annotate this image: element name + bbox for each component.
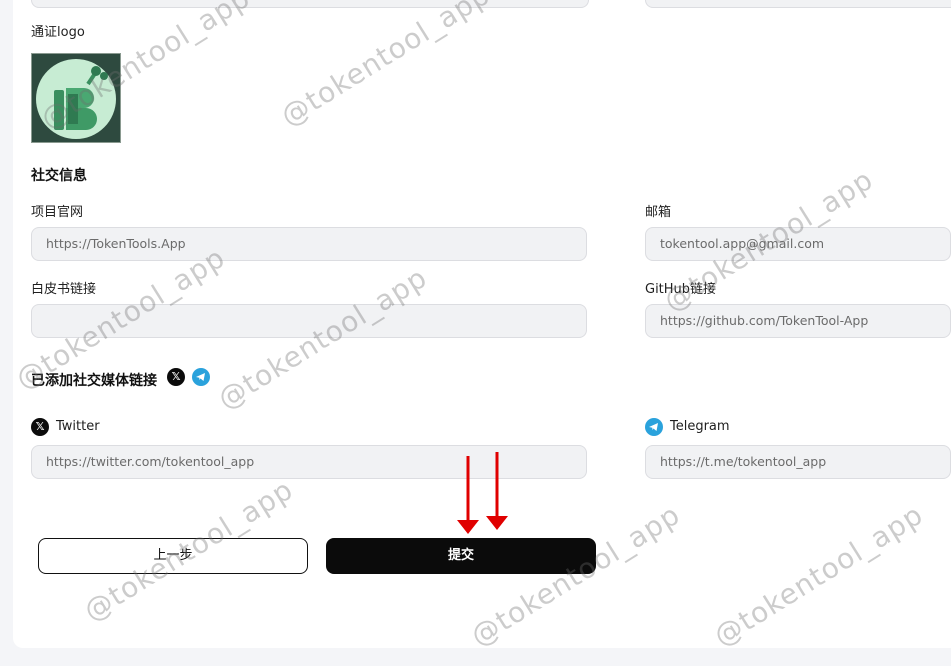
website-label: 项目官网 [31, 205, 84, 220]
x-icon[interactable]: 𝕏 [167, 368, 185, 386]
telegram-input[interactable]: https://t.me/tokentool_app [645, 445, 951, 479]
telegram-label: Telegram [670, 419, 730, 434]
top-field-left[interactable] [31, 0, 589, 8]
website-input[interactable]: https://TokenTools.App [31, 227, 587, 261]
logo-label: 通证logo [31, 25, 85, 40]
twitter-label: Twitter [56, 419, 100, 434]
email-label: 邮箱 [645, 205, 672, 220]
telegram-icon[interactable] [192, 368, 210, 386]
twitter-x-icon: 𝕏 [31, 418, 49, 436]
whitepaper-label: 白皮书链接 [31, 282, 97, 297]
annotation-arrows [457, 452, 508, 534]
github-input[interactable]: https://github.com/TokenTool-App [645, 304, 951, 338]
social-info-title: 社交信息 [31, 168, 87, 184]
top-field-right[interactable] [645, 0, 951, 8]
telegram-label-icon [645, 418, 663, 436]
